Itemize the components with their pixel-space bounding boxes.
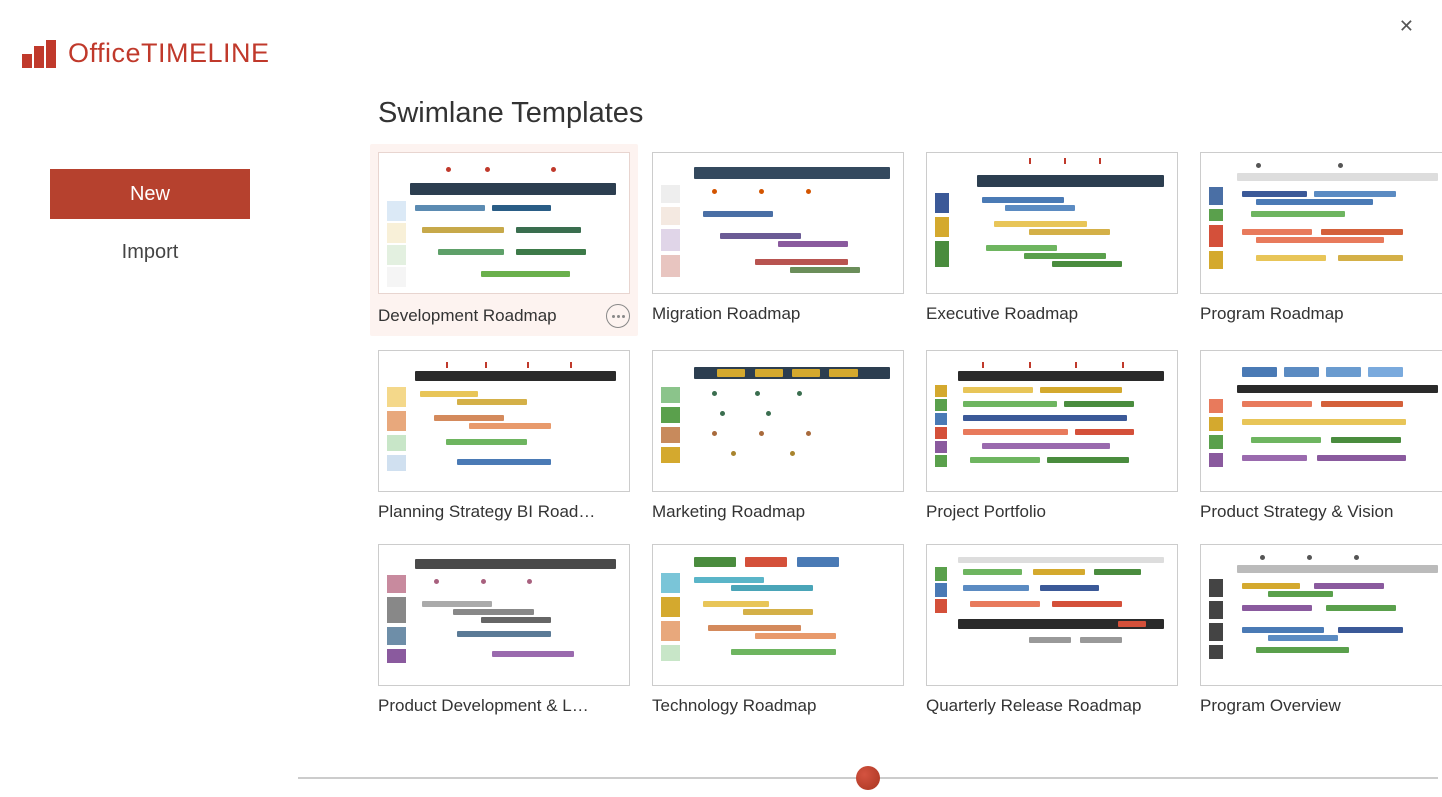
brand-first: Office: [68, 38, 141, 68]
sidebar: New Import: [0, 69, 300, 786]
template-label: Technology Roadmap: [652, 696, 816, 716]
template-card-executive-roadmap[interactable]: Executive Roadmap: [926, 152, 1178, 328]
scroll-handle[interactable]: [856, 766, 880, 790]
page-title: Swimlane Templates: [378, 97, 1442, 130]
template-label: Program Overview: [1200, 696, 1341, 716]
nav-import-label: Import: [122, 241, 179, 264]
template-label: Product Strategy & Vision: [1200, 502, 1393, 522]
brand-logo-icon: [22, 40, 56, 68]
template-card-product-development-launch[interactable]: Product Development & La…: [378, 544, 630, 716]
template-card-technology-roadmap[interactable]: Technology Roadmap: [652, 544, 904, 716]
template-thumb: [926, 544, 1178, 686]
template-thumb: [1200, 544, 1442, 686]
template-label: Project Portfolio: [926, 502, 1046, 522]
template-card-development-roadmap[interactable]: Development Roadmap: [378, 152, 630, 328]
template-label: Executive Roadmap: [926, 304, 1078, 324]
scroll-track[interactable]: [298, 777, 1438, 779]
more-options-button[interactable]: [606, 304, 630, 328]
template-label: Marketing Roadmap: [652, 502, 805, 522]
template-thumb: [652, 152, 904, 294]
template-card-planning-strategy-bi-roadmap[interactable]: Planning Strategy BI Roadm…: [378, 350, 630, 522]
template-thumb: [926, 350, 1178, 492]
nav-import[interactable]: Import: [50, 227, 250, 277]
template-thumb: [378, 544, 630, 686]
brand-second: TIMELINE: [141, 38, 270, 68]
template-thumb: [378, 152, 630, 294]
template-thumb: [652, 544, 904, 686]
close-button[interactable]: ✕: [1391, 12, 1422, 41]
template-thumb: [378, 350, 630, 492]
template-label: Migration Roadmap: [652, 304, 800, 324]
nav-new[interactable]: New: [50, 169, 250, 219]
template-card-product-strategy-vision[interactable]: Product Strategy & Vision: [1200, 350, 1442, 522]
template-label: Quarterly Release Roadmap: [926, 696, 1141, 716]
template-card-program-roadmap[interactable]: Program Roadmap: [1200, 152, 1442, 328]
app-header: OfficeTIMELINE: [0, 0, 1442, 69]
template-card-project-portfolio[interactable]: Project Portfolio: [926, 350, 1178, 522]
template-thumb: [926, 152, 1178, 294]
brand-name: OfficeTIMELINE: [68, 38, 270, 69]
template-card-program-overview[interactable]: Program Overview: [1200, 544, 1442, 716]
template-grid: Development Roadmap: [378, 152, 1442, 716]
template-thumb: [1200, 152, 1442, 294]
template-thumb: [1200, 350, 1442, 492]
template-label: Planning Strategy BI Roadm…: [378, 502, 598, 522]
template-label: Program Roadmap: [1200, 304, 1344, 324]
template-label: Product Development & La…: [378, 696, 598, 716]
template-thumb: [652, 350, 904, 492]
nav-new-label: New: [130, 183, 170, 206]
template-card-quarterly-release-roadmap[interactable]: Quarterly Release Roadmap: [926, 544, 1178, 716]
template-card-migration-roadmap[interactable]: Migration Roadmap: [652, 152, 904, 328]
main-content: Swimlane Templates: [300, 69, 1442, 786]
template-label: Development Roadmap: [378, 306, 557, 326]
template-card-marketing-roadmap[interactable]: Marketing Roadmap: [652, 350, 904, 522]
